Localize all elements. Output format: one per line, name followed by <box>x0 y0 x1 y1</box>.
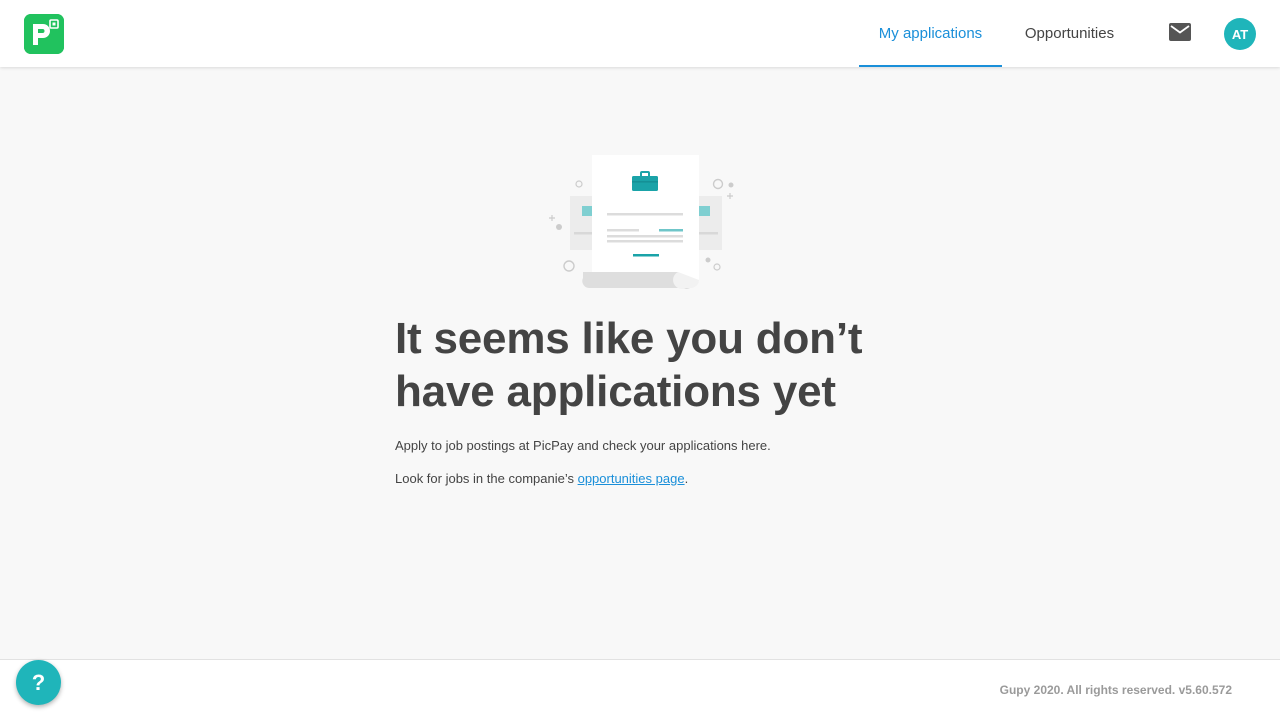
empty-applications-illustration <box>540 150 740 295</box>
picpay-logo[interactable] <box>24 14 64 54</box>
help-icon: ? <box>31 669 46 695</box>
copyright-text: Gupy 2020. All rights reserved. v5.60.57… <box>999 683 1232 697</box>
help-button[interactable]: ? <box>16 660 61 705</box>
mail-button[interactable] <box>1166 20 1194 48</box>
avatar-initials: AT <box>1231 26 1249 42</box>
tab-my-applications[interactable]: My applications <box>859 0 1002 67</box>
tab-my-applications-label: My applications <box>878 25 983 42</box>
mail-icon <box>1169 22 1191 46</box>
empty-state-hint: Look for jobs in the companie’s opportun… <box>395 471 688 486</box>
opportunities-page-link[interactable]: opportunities page <box>578 471 685 486</box>
empty-state-title: It seems like you don’t have application… <box>395 314 863 416</box>
hint-suffix: . <box>684 471 689 486</box>
tab-opportunities[interactable]: Opportunities <box>1006 0 1133 67</box>
footer: Gupy 2020. All rights reserved. v5.60.57… <box>0 659 1280 720</box>
top-header: My applications Opportunities AT <box>0 0 1280 67</box>
hint-prefix: Look for jobs in the companie’s <box>395 471 578 486</box>
tab-opportunities-label: Opportunities <box>1024 25 1115 42</box>
avatar[interactable]: AT <box>1224 18 1256 50</box>
empty-state-description: Apply to job postings at PicPay and chec… <box>395 438 771 453</box>
